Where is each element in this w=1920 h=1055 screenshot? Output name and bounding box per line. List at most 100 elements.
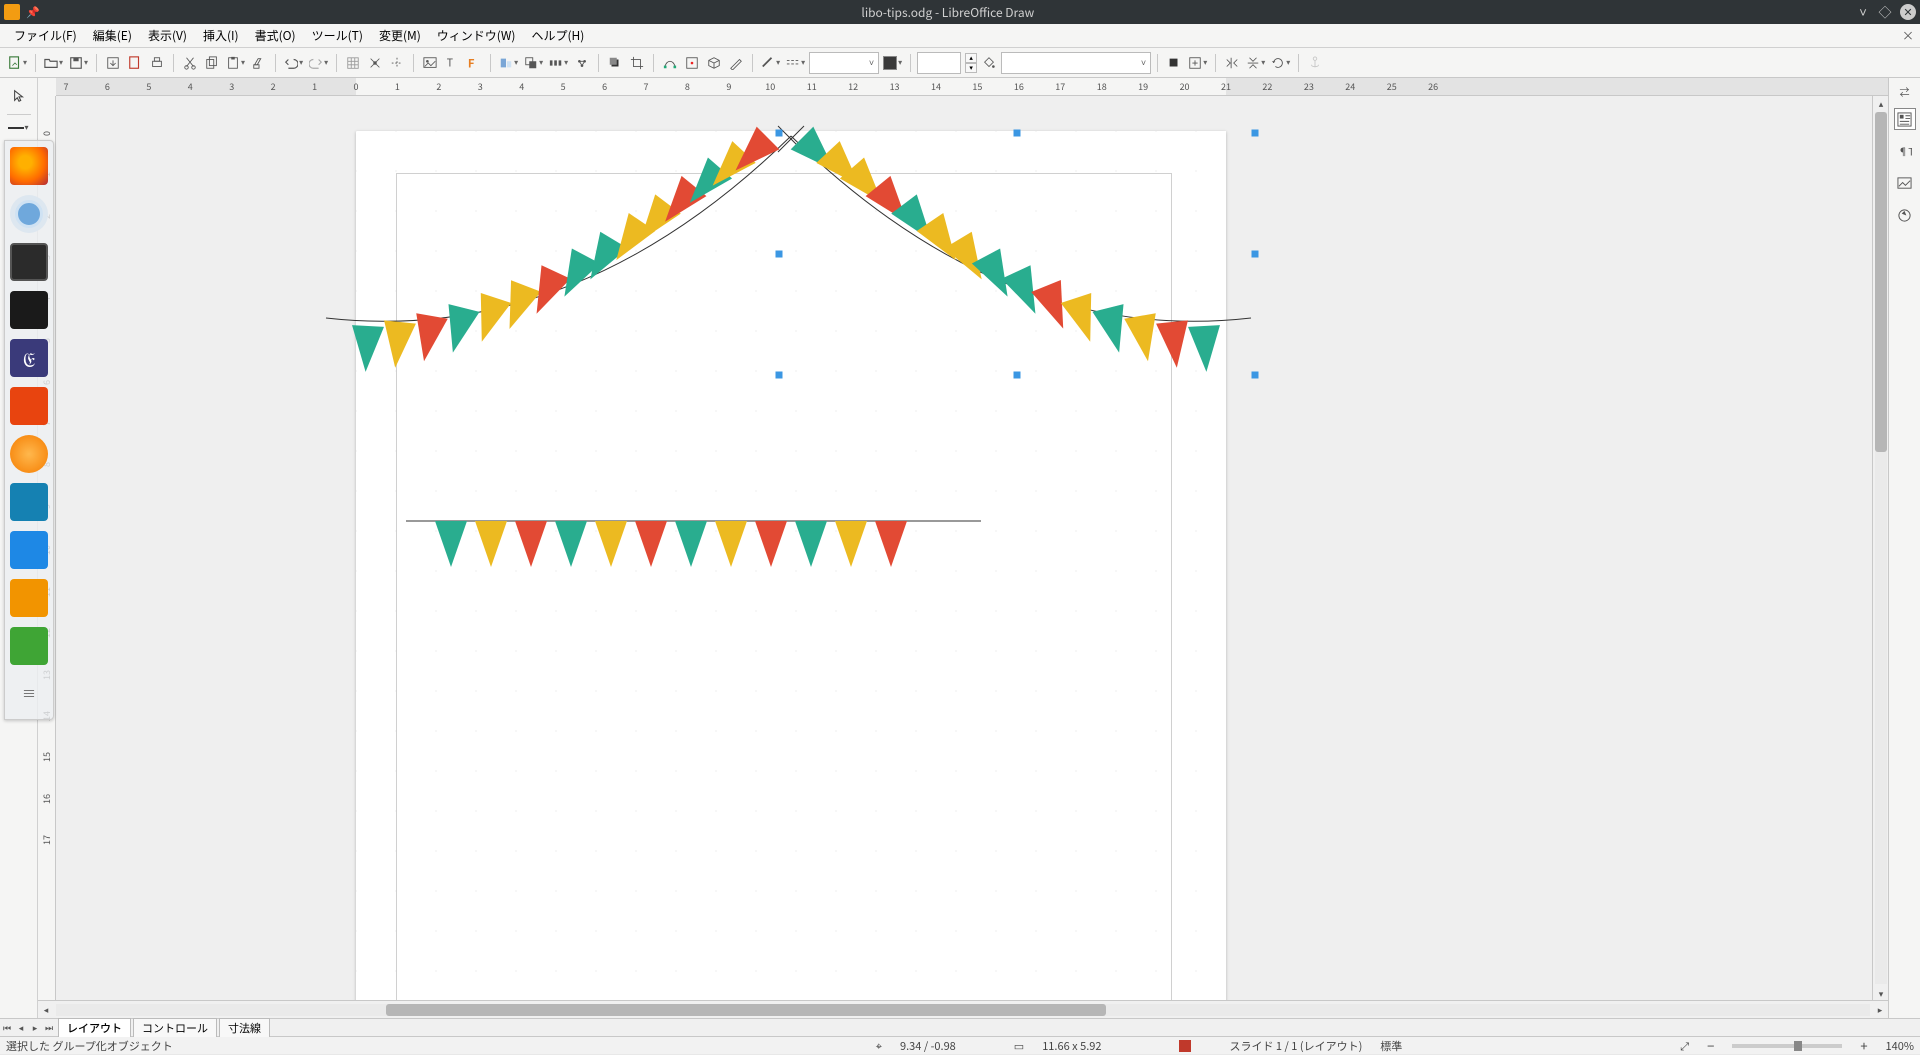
tab-dimlines[interactable]: 寸法線 — [219, 1018, 270, 1037]
selection-handle[interactable] — [776, 251, 783, 258]
select-tool[interactable] — [7, 86, 31, 106]
tab-nav-last[interactable]: ⏭ — [42, 1021, 56, 1034]
line-color-button[interactable]: ▾ — [759, 52, 782, 74]
navigator-panel-button[interactable] — [1894, 204, 1916, 226]
menu-help[interactable]: ヘルプ(H) — [523, 24, 592, 47]
dock-clementine-icon[interactable] — [10, 435, 48, 473]
export-button[interactable] — [103, 52, 123, 74]
selection-handle[interactable] — [1014, 372, 1021, 379]
styles-panel-button[interactable]: ¶T — [1894, 140, 1916, 162]
arrange-button[interactable]: ▾ — [522, 52, 545, 74]
helplines-button[interactable] — [387, 52, 407, 74]
tab-nav-prev[interactable]: ◂ — [14, 1021, 28, 1034]
insert-image-button[interactable] — [420, 52, 440, 74]
gallery-panel-button[interactable] — [1894, 172, 1916, 194]
dock-firefox-icon[interactable] — [10, 147, 48, 185]
line-tool[interactable]: ▾ — [7, 114, 31, 134]
selection-handle[interactable] — [1014, 130, 1021, 137]
dock-midori-icon[interactable] — [10, 627, 48, 665]
anchor-button[interactable] — [1305, 52, 1325, 74]
grid-button[interactable] — [343, 52, 363, 74]
paste-button[interactable]: ▾ — [224, 52, 247, 74]
menu-bar: ファイル(F) 編集(E) 表示(V) 挿入(I) 書式(O) ツール(T) 変… — [0, 24, 1920, 48]
position-size-button[interactable]: ▾ — [1186, 52, 1209, 74]
selection-handle[interactable] — [776, 130, 783, 137]
toggle-edit-button[interactable] — [726, 52, 746, 74]
edit-points-button[interactable] — [660, 52, 680, 74]
selection-handle[interactable] — [1252, 251, 1259, 258]
dock-emacs-icon[interactable]: 𝔈 — [10, 339, 48, 377]
line-style-combo[interactable]: ˅ — [809, 52, 879, 74]
selection-handle[interactable] — [1252, 372, 1259, 379]
dock-impress-icon[interactable] — [10, 387, 48, 425]
copy-button[interactable] — [202, 52, 222, 74]
selection-handle[interactable] — [1252, 130, 1259, 137]
glue-points-button[interactable] — [682, 52, 702, 74]
menu-edit[interactable]: 編集(E) — [85, 24, 140, 47]
area-style-button[interactable]: ▾ — [881, 52, 904, 74]
layer-tab-bar: ⏮ ◂ ▸ ⏭ レイアウト コントロール 寸法線 — [0, 1018, 1920, 1036]
flip-v-button[interactable]: ▾ — [1244, 52, 1267, 74]
menu-format[interactable]: 書式(O) — [247, 24, 304, 47]
menu-file[interactable]: ファイル(F) — [6, 24, 85, 47]
line-width-field[interactable] — [917, 52, 961, 74]
crop-button[interactable] — [627, 52, 647, 74]
tab-nav-next[interactable]: ▸ — [28, 1021, 42, 1034]
drawing-canvas[interactable] — [56, 96, 1872, 1000]
menu-tools[interactable]: ツール(T) — [304, 24, 371, 47]
align-button[interactable]: ▾ — [497, 52, 520, 74]
dock-libreoffice-icon[interactable] — [10, 579, 48, 617]
sidebar-settings-icon[interactable]: ⇄ — [1895, 84, 1915, 98]
flip-h-button[interactable] — [1222, 52, 1242, 74]
save-button[interactable]: ▾ — [67, 52, 90, 74]
status-modified-icon[interactable] — [1179, 1040, 1191, 1052]
distribute-button[interactable]: ▾ — [547, 52, 570, 74]
export-pdf-button[interactable] — [125, 52, 145, 74]
rotate-button[interactable]: ▾ — [1269, 52, 1292, 74]
undo-button[interactable]: ▾ — [282, 52, 305, 74]
snap-button[interactable] — [365, 52, 385, 74]
new-button[interactable]: ▾ — [6, 52, 29, 74]
menu-insert[interactable]: 挿入(I) — [195, 24, 247, 47]
horizontal-scrollbar[interactable]: ◂ ▸ — [38, 1000, 1888, 1018]
insert-text-button[interactable]: T — [442, 52, 462, 74]
dock-terminal-icon[interactable] — [10, 291, 48, 329]
shadow-button[interactable] — [605, 52, 625, 74]
line-width-spinner[interactable]: ▴▾ — [965, 53, 977, 73]
status-fit-icon[interactable]: ⤢ — [1680, 1038, 1689, 1054]
minimize-button[interactable]: ˅ — [1856, 5, 1870, 19]
fontwork-button[interactable]: F — [464, 52, 484, 74]
tab-layout[interactable]: レイアウト — [58, 1018, 131, 1037]
dock-menu-icon[interactable]: ≡ — [10, 675, 48, 713]
tab-nav-first[interactable]: ⏮ — [0, 1021, 14, 1034]
vertical-scrollbar[interactable]: ▴ ▾ — [1872, 96, 1888, 1000]
fill-style-combo[interactable]: ˅ — [1001, 52, 1151, 74]
extrusion-button[interactable] — [704, 52, 724, 74]
maximize-button[interactable]: ◇ — [1878, 5, 1892, 19]
print-button[interactable] — [147, 52, 167, 74]
menu-view[interactable]: 表示(V) — [140, 24, 195, 47]
zoom-slider[interactable] — [1732, 1044, 1842, 1048]
shadow2-button[interactable] — [1164, 52, 1184, 74]
dock-display-icon[interactable] — [10, 243, 48, 281]
line-style-button[interactable]: ▾ — [784, 52, 807, 74]
document-close-button[interactable]: × — [1902, 27, 1914, 44]
menu-window[interactable]: ウィンドウ(W) — [429, 24, 524, 47]
dock-files-icon[interactable] — [10, 531, 48, 569]
properties-panel-button[interactable] — [1894, 108, 1916, 130]
selection-handle[interactable] — [776, 372, 783, 379]
status-zoom[interactable]: 140% — [1886, 1038, 1914, 1054]
group-button[interactable] — [572, 52, 592, 74]
redo-button[interactable]: ▾ — [307, 52, 330, 74]
dock-shutter-icon[interactable] — [10, 483, 48, 521]
dock-chromium-icon[interactable] — [10, 195, 48, 233]
horizontal-ruler[interactable]: 7654321012345678910111213141516171819202… — [56, 78, 1888, 96]
cut-button[interactable] — [180, 52, 200, 74]
menu-modify[interactable]: 変更(M) — [371, 24, 429, 47]
window-close-button[interactable]: ✕ — [1900, 4, 1916, 20]
fill-color-button[interactable] — [979, 52, 999, 74]
clone-format-button[interactable] — [249, 52, 269, 74]
pin-icon[interactable]: 📌 — [26, 4, 40, 20]
open-button[interactable]: ▾ — [42, 52, 65, 74]
tab-controls[interactable]: コントロール — [133, 1018, 217, 1037]
